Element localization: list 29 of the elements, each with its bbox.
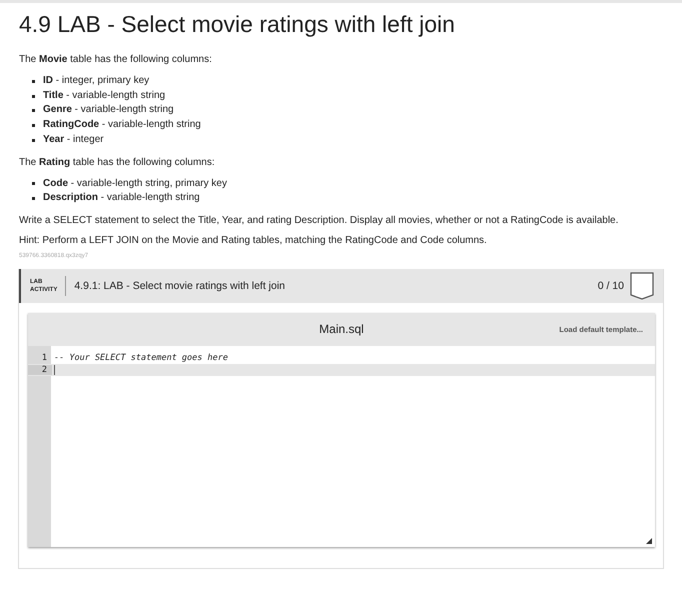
- bullet-icon: [32, 197, 35, 200]
- line-number: 1: [40, 352, 48, 363]
- column-description: Year - integer: [43, 132, 104, 147]
- line-number: 2: [28, 364, 52, 375]
- column-description: ID - integer, primary key: [43, 74, 150, 88]
- column-description: Title - variable-length string: [43, 88, 166, 103]
- paragraph: Write a SELECT statement to select the Title, Year, and rating Description. Display all movies, whether or not a RatingCode is available.: [19, 214, 620, 226]
- bullet-icon: [32, 109, 35, 112]
- bullet-icon: [32, 94, 35, 98]
- paragraph: The Movie table has the following columns:: [19, 54, 213, 65]
- column-description: Description - variable-length string: [43, 191, 200, 206]
- column-description: Genre - variable-length string: [43, 103, 174, 118]
- bullet-icon: [32, 124, 35, 127]
- completion-badge-icon: [630, 272, 654, 300]
- paragraph: The Rating table has the following columns:: [19, 156, 216, 168]
- resize-grip-icon[interactable]: [646, 538, 652, 544]
- file-name: Main.sql: [319, 322, 364, 336]
- page-title: 4.9 LAB - Select movie ratings with left join: [19, 11, 456, 38]
- column-description: Code - variable-length string, primary key: [43, 176, 227, 191]
- bullet-icon: [32, 80, 35, 83]
- code-input[interactable]: 1 -- Your SELECT statement goes here 2: [28, 346, 655, 547]
- code-text: -- Your SELECT statement goes here: [53, 352, 228, 363]
- column-description: RatingCode - variable-length string: [43, 118, 201, 132]
- bullet-icon: [32, 138, 35, 142]
- score: 0 / 10: [598, 280, 624, 292]
- text-cursor: [54, 364, 55, 375]
- bullet-icon: [32, 182, 35, 186]
- hint-text: Hint: Perform a LEFT JOIN on the Movie and Rating tables, matching the RatingCode and Code columns.: [19, 234, 488, 246]
- activity-title: 4.9.1: LAB - Select movie ratings with left join: [74, 280, 286, 292]
